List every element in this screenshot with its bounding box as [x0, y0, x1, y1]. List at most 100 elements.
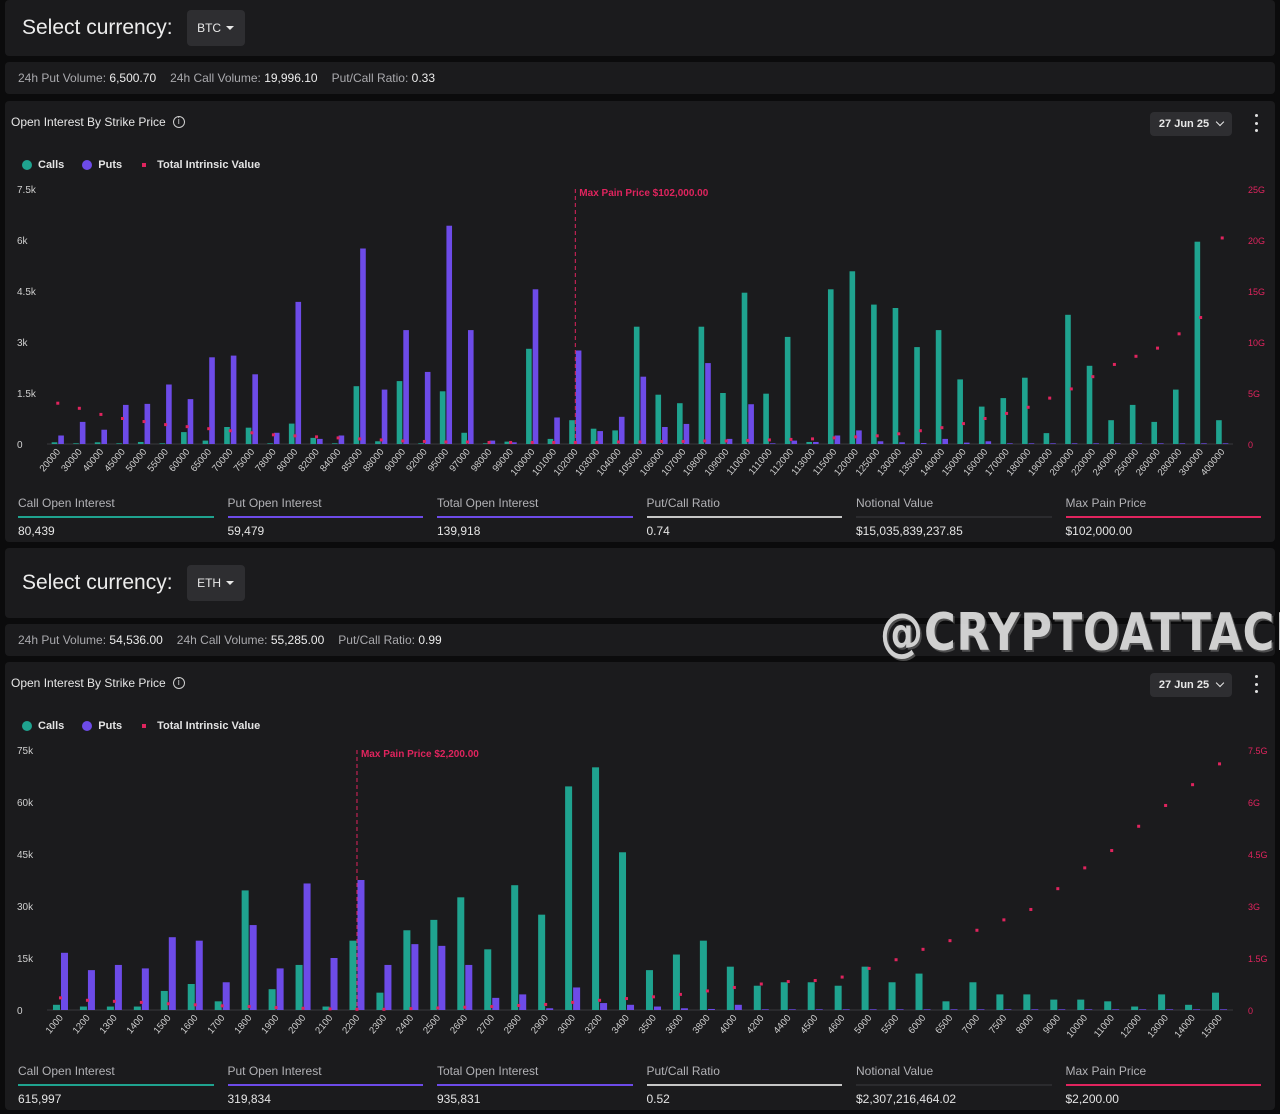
- intrinsic-point: [85, 998, 89, 1002]
- intrinsic-point: [840, 975, 844, 979]
- y-tick-label: 6k: [17, 236, 29, 247]
- calls-bar: [565, 786, 573, 1010]
- stats-row: Call Open Interest 615,997 Put Open Inter…: [18, 1064, 1261, 1106]
- calls-bar: [1065, 314, 1071, 444]
- intrinsic-point: [921, 947, 925, 951]
- puts-bar: [1028, 443, 1035, 444]
- currency-dropdown-eth[interactable]: ETH: [186, 565, 245, 601]
- calls-bar: [73, 443, 79, 444]
- intrinsic-point: [166, 1002, 170, 1006]
- stat-max-pain: Max Pain Price $102,000.00: [1065, 496, 1261, 538]
- intrinsic-point: [328, 1007, 332, 1011]
- intrinsic-point: [595, 440, 599, 444]
- calls-bar: [763, 393, 769, 444]
- stat-total-oi: Total Open Interest 935,831: [437, 1064, 633, 1106]
- y-tick-label: 1.5k: [17, 389, 37, 400]
- y-tick-label: 0: [17, 1006, 23, 1017]
- intrinsic-point: [625, 997, 629, 1001]
- puts-bar: [769, 443, 776, 444]
- x-tick-label: 6500: [933, 1013, 955, 1036]
- currency-dropdown-btc[interactable]: BTC: [186, 10, 245, 46]
- puts-bar: [1179, 443, 1186, 444]
- stats-row: Call Open Interest 80,439 Put Open Intere…: [18, 496, 1261, 538]
- intrinsic-point: [120, 417, 124, 420]
- calls-bar: [1185, 1004, 1193, 1010]
- intrinsic-point: [746, 438, 750, 442]
- y2-tick-label: 0: [1248, 440, 1253, 450]
- x-tick-label: 3000: [556, 1013, 578, 1036]
- intrinsic-point: [703, 439, 707, 443]
- calls-bar: [1023, 994, 1031, 1010]
- calls-bar: [538, 914, 546, 1010]
- intrinsic-point: [1134, 354, 1138, 358]
- y-tick-label: 60k: [17, 798, 34, 809]
- puts-bar: [705, 363, 711, 444]
- calls-bar: [720, 393, 726, 444]
- intrinsic-point: [759, 982, 763, 986]
- calls-bar: [1000, 398, 1007, 444]
- x-tick-label: 6000: [906, 1013, 928, 1036]
- x-tick-label: 1000: [44, 1013, 66, 1036]
- puts-bar: [734, 1004, 742, 1010]
- x-tick-label: 3200: [583, 1013, 605, 1036]
- stat-put-oi: Put Open Interest 59,479: [227, 496, 423, 538]
- intrinsic-point: [1048, 396, 1052, 400]
- puts-bar: [1158, 443, 1164, 444]
- y-tick-label: 75k: [17, 746, 34, 757]
- puts-bar: [1085, 1009, 1093, 1010]
- put-call-ratio-volume: Put/Call Ratio: 0.33: [331, 71, 435, 85]
- calls-bar: [1022, 377, 1028, 444]
- puts-bar: [680, 1008, 688, 1010]
- calls-bar: [996, 994, 1004, 1010]
- x-tick-label: 90000: [383, 447, 408, 474]
- puts-bar: [1004, 1009, 1012, 1010]
- x-tick-label: 3600: [664, 1013, 686, 1036]
- puts-bar: [1136, 443, 1143, 444]
- puts-bar: [411, 944, 419, 1010]
- intrinsic-point: [530, 440, 534, 444]
- put-call-ratio-volume: Put/Call Ratio: 0.99: [338, 633, 442, 647]
- intrinsic-point: [940, 426, 944, 430]
- calls-bar: [861, 966, 869, 1010]
- x-tick-label: 1700: [205, 1013, 227, 1036]
- puts-bar: [114, 964, 122, 1010]
- calls-bar: [849, 271, 856, 444]
- x-tick-label: 2000: [286, 1013, 308, 1036]
- intrinsic-point: [271, 433, 275, 437]
- calls-bar: [942, 1001, 950, 1010]
- intrinsic-point: [918, 429, 922, 433]
- x-tick-label: 4600: [825, 1013, 847, 1036]
- puts-bar: [60, 952, 68, 1010]
- x-tick-label: 60000: [167, 447, 192, 474]
- x-tick-label: 8000: [1014, 1013, 1036, 1036]
- calls-bar: [241, 890, 249, 1010]
- puts-bar: [381, 389, 388, 444]
- intrinsic-point: [598, 998, 602, 1002]
- puts-bar: [532, 289, 539, 444]
- calls-bar: [187, 984, 195, 1010]
- put-volume: 24h Put Volume: 6,500.70: [18, 71, 157, 85]
- y2-tick-label: 15G: [1248, 287, 1265, 297]
- btc-open-interest-chart: 0 1.5k 3k 4.5k 6k 7.5k 0 5G 10G 15G 20G 25G 20000300…: [17, 185, 1265, 478]
- calls-bar: [79, 1006, 87, 1010]
- intrinsic-point: [732, 985, 736, 989]
- calls-bar: [267, 443, 273, 444]
- calls-bar: [834, 985, 842, 1010]
- x-tick-label: 4400: [772, 1013, 794, 1036]
- calls-bar: [511, 885, 519, 1010]
- call-volume: 24h Call Volume: 55,285.00: [176, 633, 325, 647]
- puts-bar: [1031, 1009, 1039, 1010]
- x-tick-label: 9000: [1041, 1013, 1063, 1036]
- puts-bar: [869, 1009, 877, 1010]
- stat-max-pain: Max Pain Price $2,200.00: [1065, 1064, 1261, 1106]
- intrinsic-point: [1112, 362, 1116, 366]
- calls-bar: [1172, 389, 1179, 444]
- puts-bar: [1201, 443, 1207, 444]
- eth-chart-panel: Open Interest By Strike Price i 27 Jun 2…: [5, 662, 1275, 1110]
- puts-bar: [761, 1009, 769, 1010]
- puts-bar: [357, 880, 365, 1010]
- intrinsic-point: [1056, 887, 1060, 891]
- calls-bar: [52, 1004, 60, 1010]
- intrinsic-point: [813, 979, 817, 983]
- puts-bar: [707, 1008, 715, 1010]
